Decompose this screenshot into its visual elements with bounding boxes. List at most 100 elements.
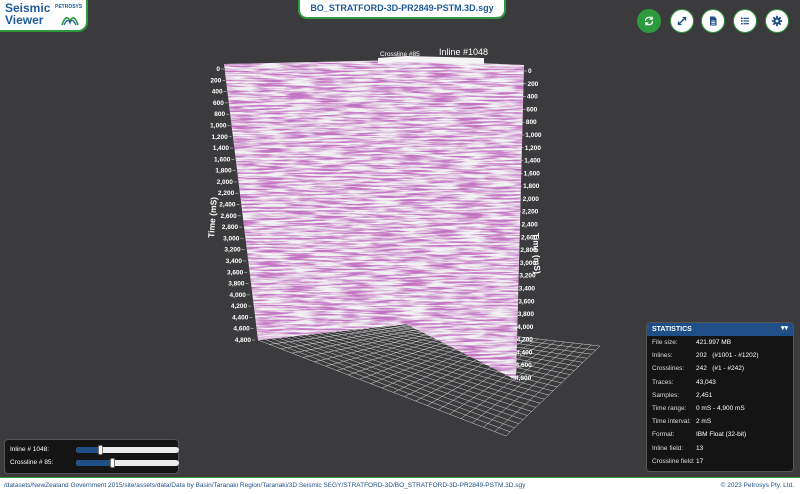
axis-tick-label: 3,200 (224, 247, 241, 254)
axis-tick-label: 4,200 (517, 337, 534, 344)
stats-value: 421.997 MB (696, 339, 732, 346)
axis-tick-label: 3,800 (228, 281, 245, 288)
axis-tick-label: 2,000 (523, 196, 540, 203)
crossline-slider-label: Crossline # 85: (10, 459, 54, 466)
axis-tick-label: 1,400 (524, 158, 541, 165)
file-path: /datasets/NewZealand Government 2015/sit… (4, 482, 526, 489)
stats-row: Crossline field: 17 (647, 455, 793, 468)
stats-row: File size: 421.997 MB (647, 336, 793, 349)
right-axis-title: Time (mS) (531, 233, 542, 274)
crossline-slider[interactable] (76, 458, 179, 468)
axis-tick-label: 4,000 (517, 324, 534, 331)
axis-tick-label: 600 (526, 106, 537, 113)
floor-grid (257, 323, 601, 437)
axis-tick-label: 2,200 (522, 209, 539, 216)
stats-label: Time interval: (652, 418, 691, 426)
axis-tick-label: 400 (527, 94, 538, 101)
crossline-slider-thumb[interactable] (110, 458, 116, 468)
stats-label: File size: (652, 339, 678, 346)
axis-tick-label: 0 (216, 66, 220, 73)
axis-tick-label: 4,400 (232, 314, 249, 321)
statistics-panel: STATISTICS ▾▾ File size: 421.997 MB Inline… (646, 322, 794, 472)
stats-label: Format: (652, 431, 675, 439)
stats-label: Traces: (652, 378, 674, 386)
stats-label: Crossline field: (652, 457, 695, 465)
axis-tick-label: 3,800 (518, 311, 535, 318)
axis-tick-label: 1,800 (523, 183, 540, 190)
axis-tick-label: 1,000 (210, 122, 227, 129)
stats-row: Time range: 0 mS - 4,900 mS (647, 402, 793, 415)
crossline-slider-fill (76, 460, 113, 466)
inline-slider-thumb[interactable] (97, 445, 103, 455)
inline-slider-fill (76, 447, 100, 453)
axis-tick-label: 3,600 (518, 298, 535, 305)
axis-tick-label: 4,400 (516, 349, 533, 356)
axis-tick-label: 4,200 (231, 303, 248, 310)
axis-tick-label: 2,000 (217, 179, 234, 186)
axis-tick-label: 3,000 (223, 235, 240, 242)
axis-tick-label: 200 (527, 81, 538, 88)
axis-tick-label: 800 (526, 119, 537, 126)
axis-tick-label: 600 (213, 100, 224, 107)
slice-slider-panel: Inline # 1048: Crossline # 85: (4, 439, 179, 474)
axis-tick-label: 400 (212, 89, 223, 96)
stats-row: Crosslines: 242 (#1 - #242) (647, 362, 793, 375)
axis-tick-label: 3,600 (227, 269, 244, 276)
statistics-title: STATISTICS (652, 326, 692, 333)
axis-tick-label: 4,800 (515, 375, 532, 382)
stats-label: Samples: (652, 391, 680, 399)
stats-label: Crosslines: (652, 365, 685, 373)
axis-tick-label: 0 (528, 68, 532, 75)
axis-tick-label: 3,400 (519, 285, 536, 292)
stats-value: 2,451 (696, 391, 713, 399)
stats-value: 13 (696, 444, 704, 452)
axis-tick-label: 2,200 (218, 190, 235, 197)
stats-value: 242 (#1 - #242) (696, 365, 745, 373)
axis-tick-label: 2,400 (522, 222, 539, 229)
stats-row: Inlines: 202 (#1001 - #1202) (647, 349, 793, 362)
axis-tick-label: 1,800 (215, 168, 232, 175)
stats-row: Traces: 43,043 (647, 376, 793, 389)
stats-value: 202 (#1001 - #1202) (696, 352, 759, 360)
axis-tick-label: 4,000 (230, 292, 247, 299)
inline-section (406, 60, 524, 380)
axis-tick-label: 4,600 (516, 362, 533, 369)
crossline-slider-row: Crossline # 85: (10, 458, 179, 468)
stats-value: 0 mS - 4,900 mS (696, 404, 745, 412)
axis-tick-label: 2,400 (219, 202, 236, 209)
axis-tick-label: 2,600 (221, 213, 238, 220)
stats-row: Inline field: 13 (647, 442, 793, 455)
copyright: © 2023 Petrosys Pty. Ltd. (720, 482, 794, 489)
axis-tick-label: 1,000 (525, 132, 542, 139)
axis-tick-label: 200 (210, 77, 221, 84)
collapse-chevron-icon[interactable]: ▾▾ (781, 325, 788, 333)
crossline-label: Crossline #85 (380, 51, 420, 58)
stats-value: IBM Float (32-bit) (696, 431, 747, 439)
axis-tick-label: 1,600 (214, 156, 231, 163)
stats-value: 43,043 (696, 378, 716, 386)
inline-slider-label: Inline # 1048: (10, 446, 50, 453)
stats-label: Time range: (652, 404, 687, 412)
crossline-section (224, 60, 406, 340)
stats-row: Format: IBM Float (32-bit) (647, 428, 793, 441)
inline-label: Inline #1048 (439, 47, 488, 57)
inline-slider-row: Inline # 1048: (10, 445, 179, 455)
stats-value: 2 mS (696, 418, 712, 426)
axis-tick-label: 2,800 (222, 224, 239, 231)
stats-label: Inline field: (652, 444, 684, 452)
axis-tick-label: 800 (214, 111, 225, 118)
statistics-rows: File size: 421.997 MB Inlines: 202 (#1001 -… (647, 336, 793, 468)
axis-tick-label: 1,200 (211, 134, 228, 141)
inline-slider[interactable] (76, 445, 179, 455)
axis-tick-label: 1,400 (213, 145, 230, 152)
stats-row: Samples: 2,451 (647, 389, 793, 402)
statistics-header[interactable]: STATISTICS ▾▾ (647, 323, 793, 336)
status-footer: /datasets/NewZealand Government 2015/sit… (0, 477, 800, 494)
stats-value: 17 (696, 457, 704, 465)
axis-tick-label: 4,800 (235, 337, 252, 344)
axis-tick-label: 3,400 (226, 258, 243, 265)
stats-row: Time interval: 2 mS (647, 415, 793, 428)
left-axis-title: Time (mS) (206, 196, 219, 238)
stats-label: Inlines: (652, 352, 673, 360)
axis-tick-label: 1,200 (525, 145, 542, 152)
